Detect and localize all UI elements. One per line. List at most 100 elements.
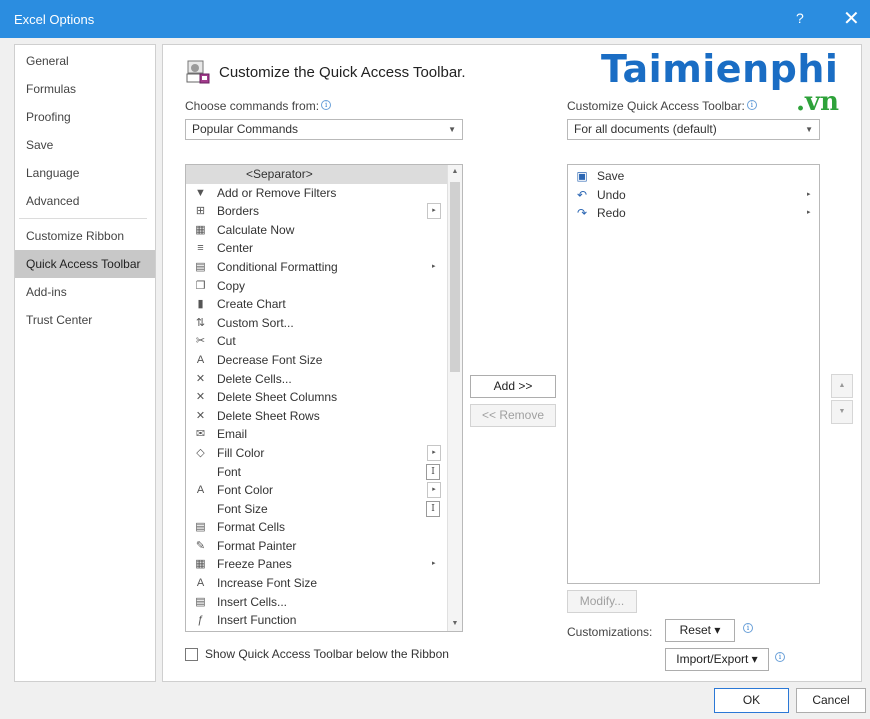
import-export-button[interactable]: Import/Export ▾ bbox=[665, 648, 769, 671]
page-title: Customize the Quick Access Toolbar. bbox=[219, 63, 466, 81]
close-button[interactable]: ✕ bbox=[843, 6, 860, 31]
qat-item-label: Undo bbox=[597, 187, 626, 202]
choose-commands-value: Popular Commands bbox=[192, 122, 299, 136]
command-label: Conditional Formatting bbox=[217, 259, 338, 274]
move-down-button[interactable]: ▼ bbox=[831, 400, 853, 424]
help-button[interactable]: ? bbox=[796, 10, 804, 26]
command-item[interactable]: A Increase Font Size bbox=[186, 574, 462, 593]
command-item[interactable]: ≡ Center bbox=[186, 239, 462, 258]
command-item[interactable]: Font I bbox=[186, 463, 462, 482]
title-bar: Excel Options ? ✕ bbox=[0, 0, 870, 38]
command-item[interactable]: <Separator> bbox=[186, 165, 462, 184]
submenu-arrow-icon: ▸ bbox=[427, 203, 441, 220]
copy-icon: ❐ bbox=[195, 279, 206, 292]
qat-list[interactable]: ▣ Save ↶ Undo ▸ ↷ Redo ▸ bbox=[567, 164, 820, 584]
command-item[interactable]: ▼ Add or Remove Filters bbox=[186, 184, 462, 203]
qat-item[interactable]: ↶ Undo ▸ bbox=[568, 186, 819, 205]
qat-item-label: Redo bbox=[597, 206, 626, 220]
remove-button-label: << Remove bbox=[481, 408, 545, 422]
commands-list-items: <Separator> ▼ Add or Remove Filters ⊞ Border… bbox=[186, 165, 462, 631]
window-title: Excel Options bbox=[14, 11, 95, 27]
scroll-up-icon[interactable]: ▲ bbox=[448, 165, 462, 179]
command-label: Add or Remove Filters bbox=[217, 185, 337, 200]
nav-item-advanced[interactable]: Advanced bbox=[15, 187, 155, 215]
nav-item-customize-ribbon[interactable]: Customize Ribbon bbox=[15, 222, 155, 250]
command-item[interactable]: ✕ Delete Sheet Rows bbox=[186, 407, 462, 426]
command-item[interactable]: ⊞ Borders ▸ bbox=[186, 202, 462, 221]
command-label: Format Cells bbox=[217, 520, 286, 535]
command-item[interactable]: ▦ Calculate Now bbox=[186, 221, 462, 240]
add-button-label: Add >> bbox=[493, 379, 533, 393]
nav-item-add-ins[interactable]: Add-ins bbox=[15, 278, 155, 306]
command-label: Fill Color bbox=[217, 445, 265, 460]
choose-commands-label-text: Choose commands from: bbox=[185, 99, 320, 113]
command-label: Delete Cells... bbox=[217, 371, 292, 386]
command-item[interactable]: ✕ Delete Sheet Columns bbox=[186, 388, 462, 407]
scroll-thumb[interactable] bbox=[450, 182, 460, 372]
format-cells-icon: ▤ bbox=[195, 521, 206, 534]
command-label: Format Painter bbox=[217, 538, 297, 553]
choose-commands-label: Choose commands from: i bbox=[185, 99, 332, 113]
nav-item-formulas[interactable]: Formulas bbox=[15, 75, 155, 103]
commands-list[interactable]: <Separator> ▼ Add or Remove Filters ⊞ Border… bbox=[185, 164, 463, 632]
delete-rows-icon: ✕ bbox=[195, 409, 206, 422]
nav-item-general[interactable]: General bbox=[15, 47, 155, 75]
modify-button[interactable]: Modify... bbox=[567, 590, 637, 613]
remove-button[interactable]: << Remove bbox=[470, 404, 556, 427]
command-item[interactable]: ƒ Insert Function bbox=[186, 611, 462, 630]
command-label: Delete Sheet Rows bbox=[217, 408, 320, 423]
nav-item-save[interactable]: Save bbox=[15, 131, 155, 159]
command-item[interactable]: ⇅ Custom Sort... bbox=[186, 314, 462, 333]
command-item[interactable]: A Decrease Font Size bbox=[186, 351, 462, 370]
command-label: Font bbox=[217, 464, 242, 479]
command-item[interactable]: Font Size I bbox=[186, 500, 462, 519]
customize-qat-select[interactable]: For all documents (default) ▼ bbox=[567, 119, 820, 140]
command-item[interactable]: ▦ Freeze Panes ▸ bbox=[186, 555, 462, 574]
command-label: Custom Sort... bbox=[217, 315, 294, 330]
command-label: Insert Function bbox=[217, 613, 297, 628]
scroll-down-icon[interactable]: ▼ bbox=[448, 617, 462, 631]
command-item[interactable]: ❐ Copy bbox=[186, 277, 462, 296]
command-label: Freeze Panes bbox=[217, 557, 292, 572]
command-label: Center bbox=[217, 241, 254, 256]
add-button[interactable]: Add >> bbox=[470, 375, 556, 398]
quick-access-toolbar-icon bbox=[185, 59, 211, 85]
command-item[interactable]: ▤ Conditional Formatting ▸ bbox=[186, 258, 462, 277]
command-item[interactable]: ✉ Email bbox=[186, 425, 462, 444]
qat-item[interactable]: ▣ Save bbox=[568, 167, 819, 186]
nav-item-proofing[interactable]: Proofing bbox=[15, 103, 155, 131]
calculator-icon: ▦ bbox=[195, 223, 206, 236]
ok-button[interactable]: OK bbox=[714, 688, 789, 713]
command-item[interactable]: ◇ Fill Color ▸ bbox=[186, 444, 462, 463]
command-item[interactable]: A Font Color ▸ bbox=[186, 481, 462, 500]
move-up-button[interactable]: ▲ bbox=[831, 374, 853, 398]
command-label: Email bbox=[217, 427, 248, 442]
command-label: <Separator> bbox=[246, 167, 313, 181]
conditional-formatting-icon: ▤ bbox=[195, 260, 206, 273]
command-item[interactable]: ▤ Format Cells bbox=[186, 518, 462, 537]
command-item[interactable] bbox=[186, 630, 462, 631]
nav-item-language[interactable]: Language bbox=[15, 159, 155, 187]
info-icon: i bbox=[775, 652, 785, 662]
command-item[interactable]: ▤ Insert Cells... bbox=[186, 593, 462, 612]
show-below-ribbon-checkbox[interactable]: Show Quick Access Toolbar below the Ribb… bbox=[185, 647, 449, 661]
command-item[interactable]: ▮ Create Chart bbox=[186, 295, 462, 314]
commands-scrollbar[interactable]: ▲ ▼ bbox=[447, 165, 462, 631]
choose-commands-select[interactable]: Popular Commands ▼ bbox=[185, 119, 463, 140]
cancel-button[interactable]: Cancel bbox=[796, 688, 866, 713]
nav-item-trust-center[interactable]: Trust Center bbox=[15, 306, 155, 334]
command-label: Insert Cells... bbox=[217, 594, 288, 609]
command-label: Borders bbox=[217, 204, 260, 219]
submenu-arrow-icon: ▸ bbox=[807, 190, 811, 198]
function-icon: ƒ bbox=[197, 614, 204, 627]
nav-item-quick-access-toolbar[interactable]: Quick Access Toolbar bbox=[15, 250, 155, 278]
command-item[interactable]: ✕ Delete Cells... bbox=[186, 370, 462, 389]
reset-button[interactable]: Reset ▾ bbox=[665, 619, 735, 642]
qat-item[interactable]: ↷ Redo ▸ bbox=[568, 204, 819, 223]
command-item[interactable]: ✂ Cut bbox=[186, 332, 462, 351]
watermark-sub: .vn bbox=[796, 87, 840, 117]
font-selector-icon: I bbox=[426, 500, 440, 517]
checkbox-box[interactable] bbox=[185, 647, 198, 661]
command-item[interactable]: ✎ Format Painter bbox=[186, 537, 462, 556]
filter-icon: ▼ bbox=[195, 186, 206, 199]
